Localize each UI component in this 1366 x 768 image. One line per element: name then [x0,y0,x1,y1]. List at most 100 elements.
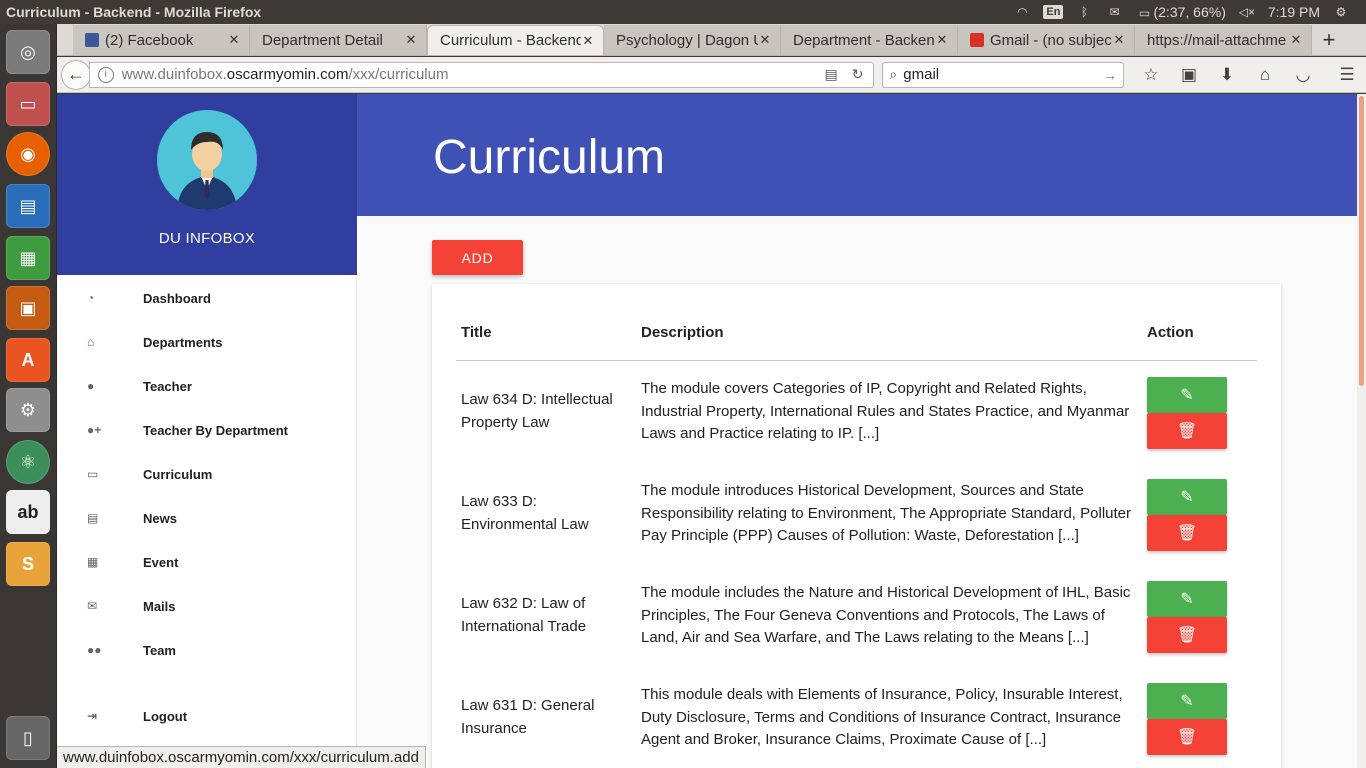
writer-icon[interactable]: ▤ [6,184,50,228]
ubuntu-dash-icon[interactable]: ◎ [6,30,50,74]
battery-indicator[interactable]: ▭ (2:37, 66%) [1135,4,1226,20]
download-icon[interactable]: ⬇ [1208,65,1246,85]
page-scrollbar[interactable] [1357,94,1366,768]
mail-icon[interactable]: ✉ [1105,5,1123,19]
battery-icon: ▭ [1138,6,1151,20]
tab-curriculum-backend[interactable]: Curriculum - Backend ✕ [427,25,604,55]
sidebar-item-label: Event [143,554,179,570]
font-viewer-icon[interactable]: ab [6,490,50,534]
edit-button[interactable]: ✎ [1147,377,1227,413]
sidebar-item-mails[interactable]: ✉ Mails [57,584,356,628]
tab-label: (2) Facebook [105,31,194,49]
edit-button[interactable]: ✎ [1147,479,1227,515]
trash-icon[interactable]: ▯ [6,716,50,760]
wifi-icon[interactable]: ◠ [1013,5,1031,19]
avatar [157,110,257,210]
delete-button[interactable]: 🗑 [1147,515,1227,551]
sidebar-item-team[interactable]: ●● Team [57,628,356,672]
scrollbar-thumb[interactable] [1359,96,1364,386]
atom-icon[interactable]: ⚛ [6,440,50,484]
power-gear-icon[interactable]: ⚙ [1332,5,1350,19]
tab-mail-attachment[interactable]: https://mail-attachme ✕ [1135,25,1312,55]
sidebar-item-curriculum[interactable]: ▭ Curriculum [57,452,356,496]
system-top-panel: Curriculum - Backend - Mozilla Firefox ◠… [0,0,1366,24]
tab-department-detail[interactable]: Department Detail ✕ [250,25,427,55]
files-icon[interactable]: ▭ [6,82,50,126]
plus-icon: + [1322,27,1336,52]
sidebar: DU INFOBOX ◔ Dashboard ⌂ Departments ● Teac… [57,94,357,768]
volume-icon[interactable]: ◁× [1238,5,1256,19]
firefox-icon[interactable]: ◉ [6,132,50,176]
bank-icon: ⌂ [87,335,95,349]
sidebar-item-departments[interactable]: ⌂ Departments [57,320,356,364]
url-bar[interactable]: i www.duinfobox.oscarmyomin.com/xxx/curr… [88,61,875,88]
reload-icon[interactable]: ↻ [852,66,864,83]
back-button[interactable]: ← [61,59,91,90]
search-icon: ⌕ [889,66,898,82]
software-center-icon[interactable]: A [6,338,50,382]
close-icon[interactable]: ✕ [581,33,595,49]
close-icon[interactable]: ✕ [227,32,241,48]
table-row: Law 634 D: Intellectual Property Law The… [456,377,1257,479]
sidebar-menu: ◔ Dashboard ⌂ Departments ● Teacher ●+ Teach… [57,276,356,738]
bookmarks-library-icon[interactable]: ▣ [1170,65,1208,85]
tab-psychology[interactable]: Psychology | Dagon Un ✕ [604,25,781,55]
sidebar-item-news[interactable]: ▤ News [57,496,356,540]
sidebar-item-dashboard[interactable]: ◔ Dashboard [57,276,356,320]
trash-icon: 🗑 [1176,423,1198,440]
tab-gmail[interactable]: Gmail - (no subject) ✕ [958,25,1135,55]
edit-button[interactable]: ✎ [1147,581,1227,617]
pocket-icon[interactable]: ◡ [1284,65,1322,85]
browser-tab-bar: (2) Facebook ✕ Department Detail ✕ Curri… [57,24,1366,56]
sidebar-item-teacher-by-department[interactable]: ●+ Teacher By Department [57,408,356,452]
system-settings-icon[interactable]: ⚙ [6,388,50,432]
row-title: Law 634 D: Intellectual Property Law [461,391,613,431]
book-icon: ▭ [87,467,99,481]
home-icon[interactable]: ⌂ [1246,65,1284,85]
close-icon[interactable]: ✕ [404,32,418,48]
keyboard-layout-indicator[interactable]: En [1043,5,1064,19]
calc-icon[interactable]: ▦ [6,236,50,280]
arrow-right-icon[interactable]: → [1103,67,1117,83]
tab-department-backend[interactable]: Department - Backend ✕ [781,25,958,55]
sidebar-item-teacher[interactable]: ● Teacher [57,364,356,408]
edit-button[interactable]: ✎ [1147,683,1227,719]
page-title: Curriculum [433,131,666,184]
add-button[interactable]: ADD [432,240,523,275]
close-icon[interactable]: ✕ [758,32,772,48]
sidebar-item-label: Departments [143,334,223,350]
sidebar-item-event[interactable]: ▦ Event [57,540,356,584]
info-icon[interactable]: i [97,66,114,83]
row-actions: ✎ 🗑 [1147,581,1227,653]
bluetooth-icon[interactable]: ᛒ [1075,5,1093,19]
close-icon[interactable]: ✕ [1289,32,1303,48]
reader-view-icon[interactable]: ▤ [824,66,837,83]
sign-out-icon: ⇥ [87,709,98,723]
arrow-left-icon: ← [66,64,85,84]
row-title: Law 632 D: Law of International Trade [461,595,587,635]
delete-button[interactable]: 🗑 [1147,617,1227,653]
clock[interactable]: 7:19 PM [1268,4,1320,20]
delete-button[interactable]: 🗑 [1147,719,1227,755]
search-bar[interactable]: ⌕ gmail → [882,61,1124,88]
impress-icon[interactable]: ▣ [6,286,50,330]
tab-label: Department Detail [262,31,383,49]
tab-facebook[interactable]: (2) Facebook ✕ [73,25,250,55]
sublime-text-icon[interactable]: S [6,542,50,586]
close-icon[interactable]: ✕ [1112,32,1126,48]
window-title: Curriculum - Backend - Mozilla Firefox [6,4,262,20]
delete-button[interactable]: 🗑 [1147,413,1227,449]
sidebar-item-logout[interactable]: ⇥ Logout [57,694,356,738]
new-tab-button[interactable]: + [1312,25,1346,55]
url-prefix: www.duinfobox. [121,66,227,83]
url-path: /xxx/curriculum [348,66,449,83]
trash-icon: 🗑 [1176,525,1198,542]
sidebar-item-label: Dashboard [143,290,211,306]
bookmark-star-icon[interactable]: ☆ [1132,65,1170,85]
search-input[interactable]: gmail [903,66,1103,83]
sidebar-item-label: Teacher By Department [143,422,288,438]
pencil-icon: ✎ [1180,693,1194,710]
close-icon[interactable]: ✕ [935,32,949,48]
hamburger-menu-icon[interactable]: ☰ [1328,65,1366,85]
tab-label: Department - Backend [793,31,935,49]
